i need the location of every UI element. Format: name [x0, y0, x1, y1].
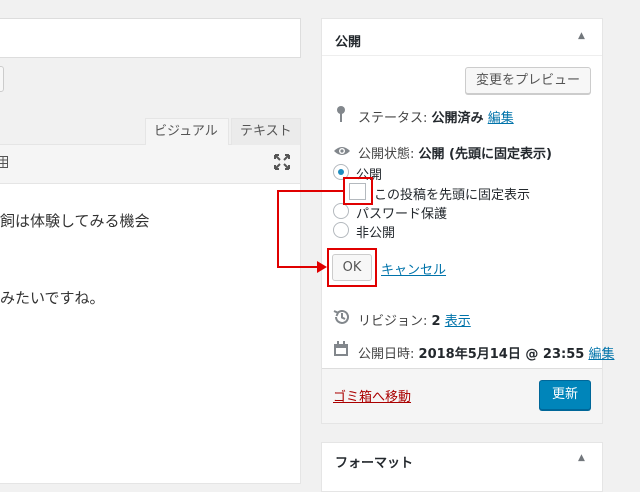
divider [322, 55, 602, 56]
annotation-line-vertical [277, 190, 279, 268]
published-edit-link[interactable]: 編集 [588, 347, 614, 362]
annotation-highlight-ok [327, 248, 377, 287]
tab-text[interactable]: テキスト [231, 118, 301, 145]
add-media-button-edge[interactable] [0, 66, 4, 92]
radio-private[interactable] [333, 222, 349, 238]
revisions-count: 2 [431, 314, 441, 329]
radio-password[interactable] [333, 203, 349, 219]
annotation-arrowhead-icon [317, 261, 327, 273]
published-label: 公開日時: [358, 347, 415, 362]
annotation-line-top [277, 190, 344, 192]
format-box-title: フォーマット [335, 456, 414, 471]
cancel-link[interactable]: キャンセル [381, 259, 446, 278]
published-date-row: 公開日時: 2018年5月14日 @ 23:55 編集 [358, 343, 614, 362]
revisions-label: リビジョン: [358, 314, 428, 329]
status-label: ステータス: [358, 111, 428, 126]
visibility-row: 公開状態: 公開 (先頭に固定表示) [358, 143, 552, 162]
pin-icon [335, 105, 347, 123]
annotation-line-bottom [277, 266, 319, 268]
table-icon[interactable] [0, 155, 8, 171]
status-edit-link[interactable]: 編集 [488, 111, 514, 126]
post-title-input[interactable] [0, 18, 301, 58]
fullscreen-icon[interactable] [272, 152, 292, 172]
revisions-row: リビジョン: 2 表示 [358, 310, 471, 329]
sticky-checkbox-label: この投稿を先頭に固定表示 [374, 188, 531, 203]
post-status-row: ステータス: 公開済み 編集 [358, 107, 514, 126]
eye-icon [333, 145, 351, 157]
editor-toolbar [0, 144, 301, 184]
editor-content-area[interactable] [0, 144, 301, 484]
revisions-view-link[interactable]: 表示 [445, 314, 471, 329]
status-value: 公開済み [431, 111, 484, 126]
annotation-highlight-checkbox [343, 177, 373, 205]
collapse-arrow-icon[interactable]: ▲ [578, 31, 585, 41]
radio-private-label: 非公開 [356, 226, 396, 241]
radio-password-label: パスワード保護 [356, 207, 448, 222]
calendar-icon [333, 341, 349, 357]
format-collapse-arrow-icon[interactable]: ▲ [578, 453, 585, 463]
content-line-2: みたいですね。 [0, 289, 105, 307]
publish-box-title: 公開 [335, 35, 362, 50]
update-button[interactable]: 更新 [539, 380, 591, 410]
preview-changes-button[interactable]: 変更をプレビュー [465, 67, 591, 94]
move-to-trash-link[interactable]: ゴミ箱へ移動 [333, 386, 411, 405]
visibility-label: 公開状態: [358, 147, 415, 162]
tab-visual[interactable]: ビジュアル [145, 118, 229, 145]
visibility-value: 公開 (先頭に固定表示) [418, 147, 552, 162]
revision-history-icon [333, 308, 351, 326]
content-line-1: 飼は体験してみる機会 [0, 212, 150, 230]
published-value: 2018年5月14日 @ 23:55 [418, 347, 585, 362]
